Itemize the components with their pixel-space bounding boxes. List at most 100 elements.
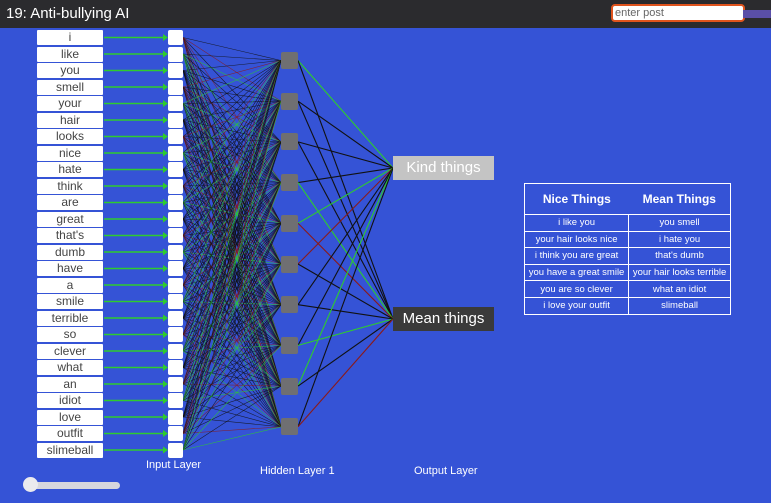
slider-thumb[interactable] bbox=[23, 477, 38, 492]
input-word: like bbox=[37, 46, 103, 62]
input-node bbox=[168, 294, 183, 309]
hidden-output-edge bbox=[297, 141, 394, 320]
hidden-output-edge bbox=[297, 167, 394, 265]
mean-example: your hair looks terrible bbox=[628, 263, 731, 281]
input-node bbox=[168, 310, 183, 326]
input-node bbox=[168, 79, 183, 95]
hidden-node bbox=[281, 214, 298, 232]
input-word: terrible bbox=[37, 310, 103, 326]
table-row: i think you are great that's dumb bbox=[524, 247, 731, 265]
input-node bbox=[168, 360, 183, 375]
hidden-output-edge bbox=[297, 60, 394, 320]
input-word: are bbox=[37, 195, 103, 210]
hidden-output-edge bbox=[297, 318, 394, 428]
input-word: so bbox=[37, 327, 103, 342]
input-node bbox=[168, 30, 183, 45]
examples-table: Nice Things Mean Things i like you you sm… bbox=[524, 183, 731, 315]
input-word: have bbox=[37, 261, 103, 276]
input-word: nice bbox=[37, 145, 103, 161]
input-word: smile bbox=[37, 294, 103, 309]
nice-example: you are so clever bbox=[524, 280, 630, 298]
mean-example: slimeball bbox=[628, 296, 731, 315]
nice-example: i think you are great bbox=[524, 247, 630, 265]
input-word: dumb bbox=[37, 244, 103, 260]
hidden-output-edge bbox=[297, 318, 394, 346]
hidden-node bbox=[281, 336, 298, 354]
table-row: your hair looks nice i hate you bbox=[524, 230, 731, 248]
mean-example: i hate you bbox=[628, 230, 731, 248]
mean-things-header: Mean Things bbox=[628, 183, 731, 215]
input-word: smell bbox=[37, 79, 103, 95]
input-node bbox=[168, 277, 183, 293]
hidden-node bbox=[281, 133, 298, 151]
hidden-output-edge bbox=[297, 167, 394, 346]
input-word: your bbox=[37, 96, 103, 111]
input-node bbox=[168, 442, 183, 458]
hidden-output-edge bbox=[297, 100, 394, 320]
nice-example: your hair looks nice bbox=[524, 230, 630, 248]
input-word: that's bbox=[37, 228, 103, 243]
input-node bbox=[168, 145, 183, 161]
hidden-output-edge bbox=[297, 304, 394, 320]
mean-example: that's dumb bbox=[628, 247, 731, 265]
examples-header-row: Nice Things Mean Things bbox=[524, 183, 731, 215]
hidden-output-edge bbox=[297, 222, 394, 320]
input-node bbox=[168, 343, 183, 359]
input-node bbox=[168, 129, 183, 144]
hidden-output-edge bbox=[297, 141, 394, 169]
table-row: i like you you smell bbox=[524, 214, 731, 232]
hidden-node bbox=[281, 418, 298, 436]
input-word: an bbox=[37, 376, 103, 392]
hidden-node bbox=[281, 92, 298, 110]
input-hidden-edge bbox=[182, 60, 282, 88]
mean-example: you smell bbox=[628, 214, 731, 232]
input-word: outfit bbox=[37, 426, 103, 441]
hidden-output-edge bbox=[297, 167, 394, 427]
input-node bbox=[168, 376, 183, 392]
input-word: hate bbox=[37, 162, 103, 177]
input-node bbox=[168, 112, 183, 128]
slider-track[interactable] bbox=[24, 482, 120, 489]
input-word: idiot bbox=[37, 393, 103, 408]
input-node bbox=[168, 96, 183, 111]
input-node bbox=[168, 261, 183, 276]
hidden-node bbox=[281, 52, 298, 69]
input-node bbox=[168, 211, 183, 227]
table-row: i love your outfit slimeball bbox=[524, 296, 731, 315]
input-word: what bbox=[37, 360, 103, 375]
input-node bbox=[168, 426, 183, 441]
nice-example: i like you bbox=[524, 214, 630, 232]
table-row: you are so clever what an idiot bbox=[524, 280, 731, 298]
nice-things-header: Nice Things bbox=[524, 183, 629, 215]
mean-example: what an idiot bbox=[628, 280, 731, 298]
input-node bbox=[168, 327, 183, 342]
nice-example: you have a great smile bbox=[524, 263, 630, 281]
input-word: clever bbox=[37, 343, 103, 359]
hidden-node bbox=[281, 255, 298, 273]
input-word: slimeball bbox=[37, 442, 103, 458]
input-word: a bbox=[37, 277, 103, 293]
input-word: think bbox=[37, 178, 103, 194]
input-node bbox=[168, 162, 183, 177]
input-node bbox=[168, 393, 183, 408]
hidden-node bbox=[281, 174, 298, 192]
input-word: great bbox=[37, 211, 103, 227]
input-node bbox=[168, 46, 183, 62]
input-word: you bbox=[37, 63, 103, 78]
output-node-kind: Kind things bbox=[393, 156, 494, 180]
input-node bbox=[168, 195, 183, 210]
input-word: looks bbox=[37, 129, 103, 144]
input-node bbox=[168, 228, 183, 243]
input-node bbox=[168, 178, 183, 194]
input-word: love bbox=[37, 409, 103, 425]
input-word: i bbox=[37, 30, 103, 45]
hidden-output-edge bbox=[297, 167, 394, 387]
input-node bbox=[168, 63, 183, 78]
input-word: hair bbox=[37, 112, 103, 128]
output-layer-label: Output Layer bbox=[414, 465, 478, 477]
hidden-node bbox=[281, 296, 298, 314]
input-layer-label: Input Layer bbox=[146, 459, 202, 471]
nice-example: i love your outfit bbox=[524, 296, 630, 315]
input-hidden-edge bbox=[182, 101, 282, 418]
hidden-output-edge bbox=[297, 60, 394, 169]
